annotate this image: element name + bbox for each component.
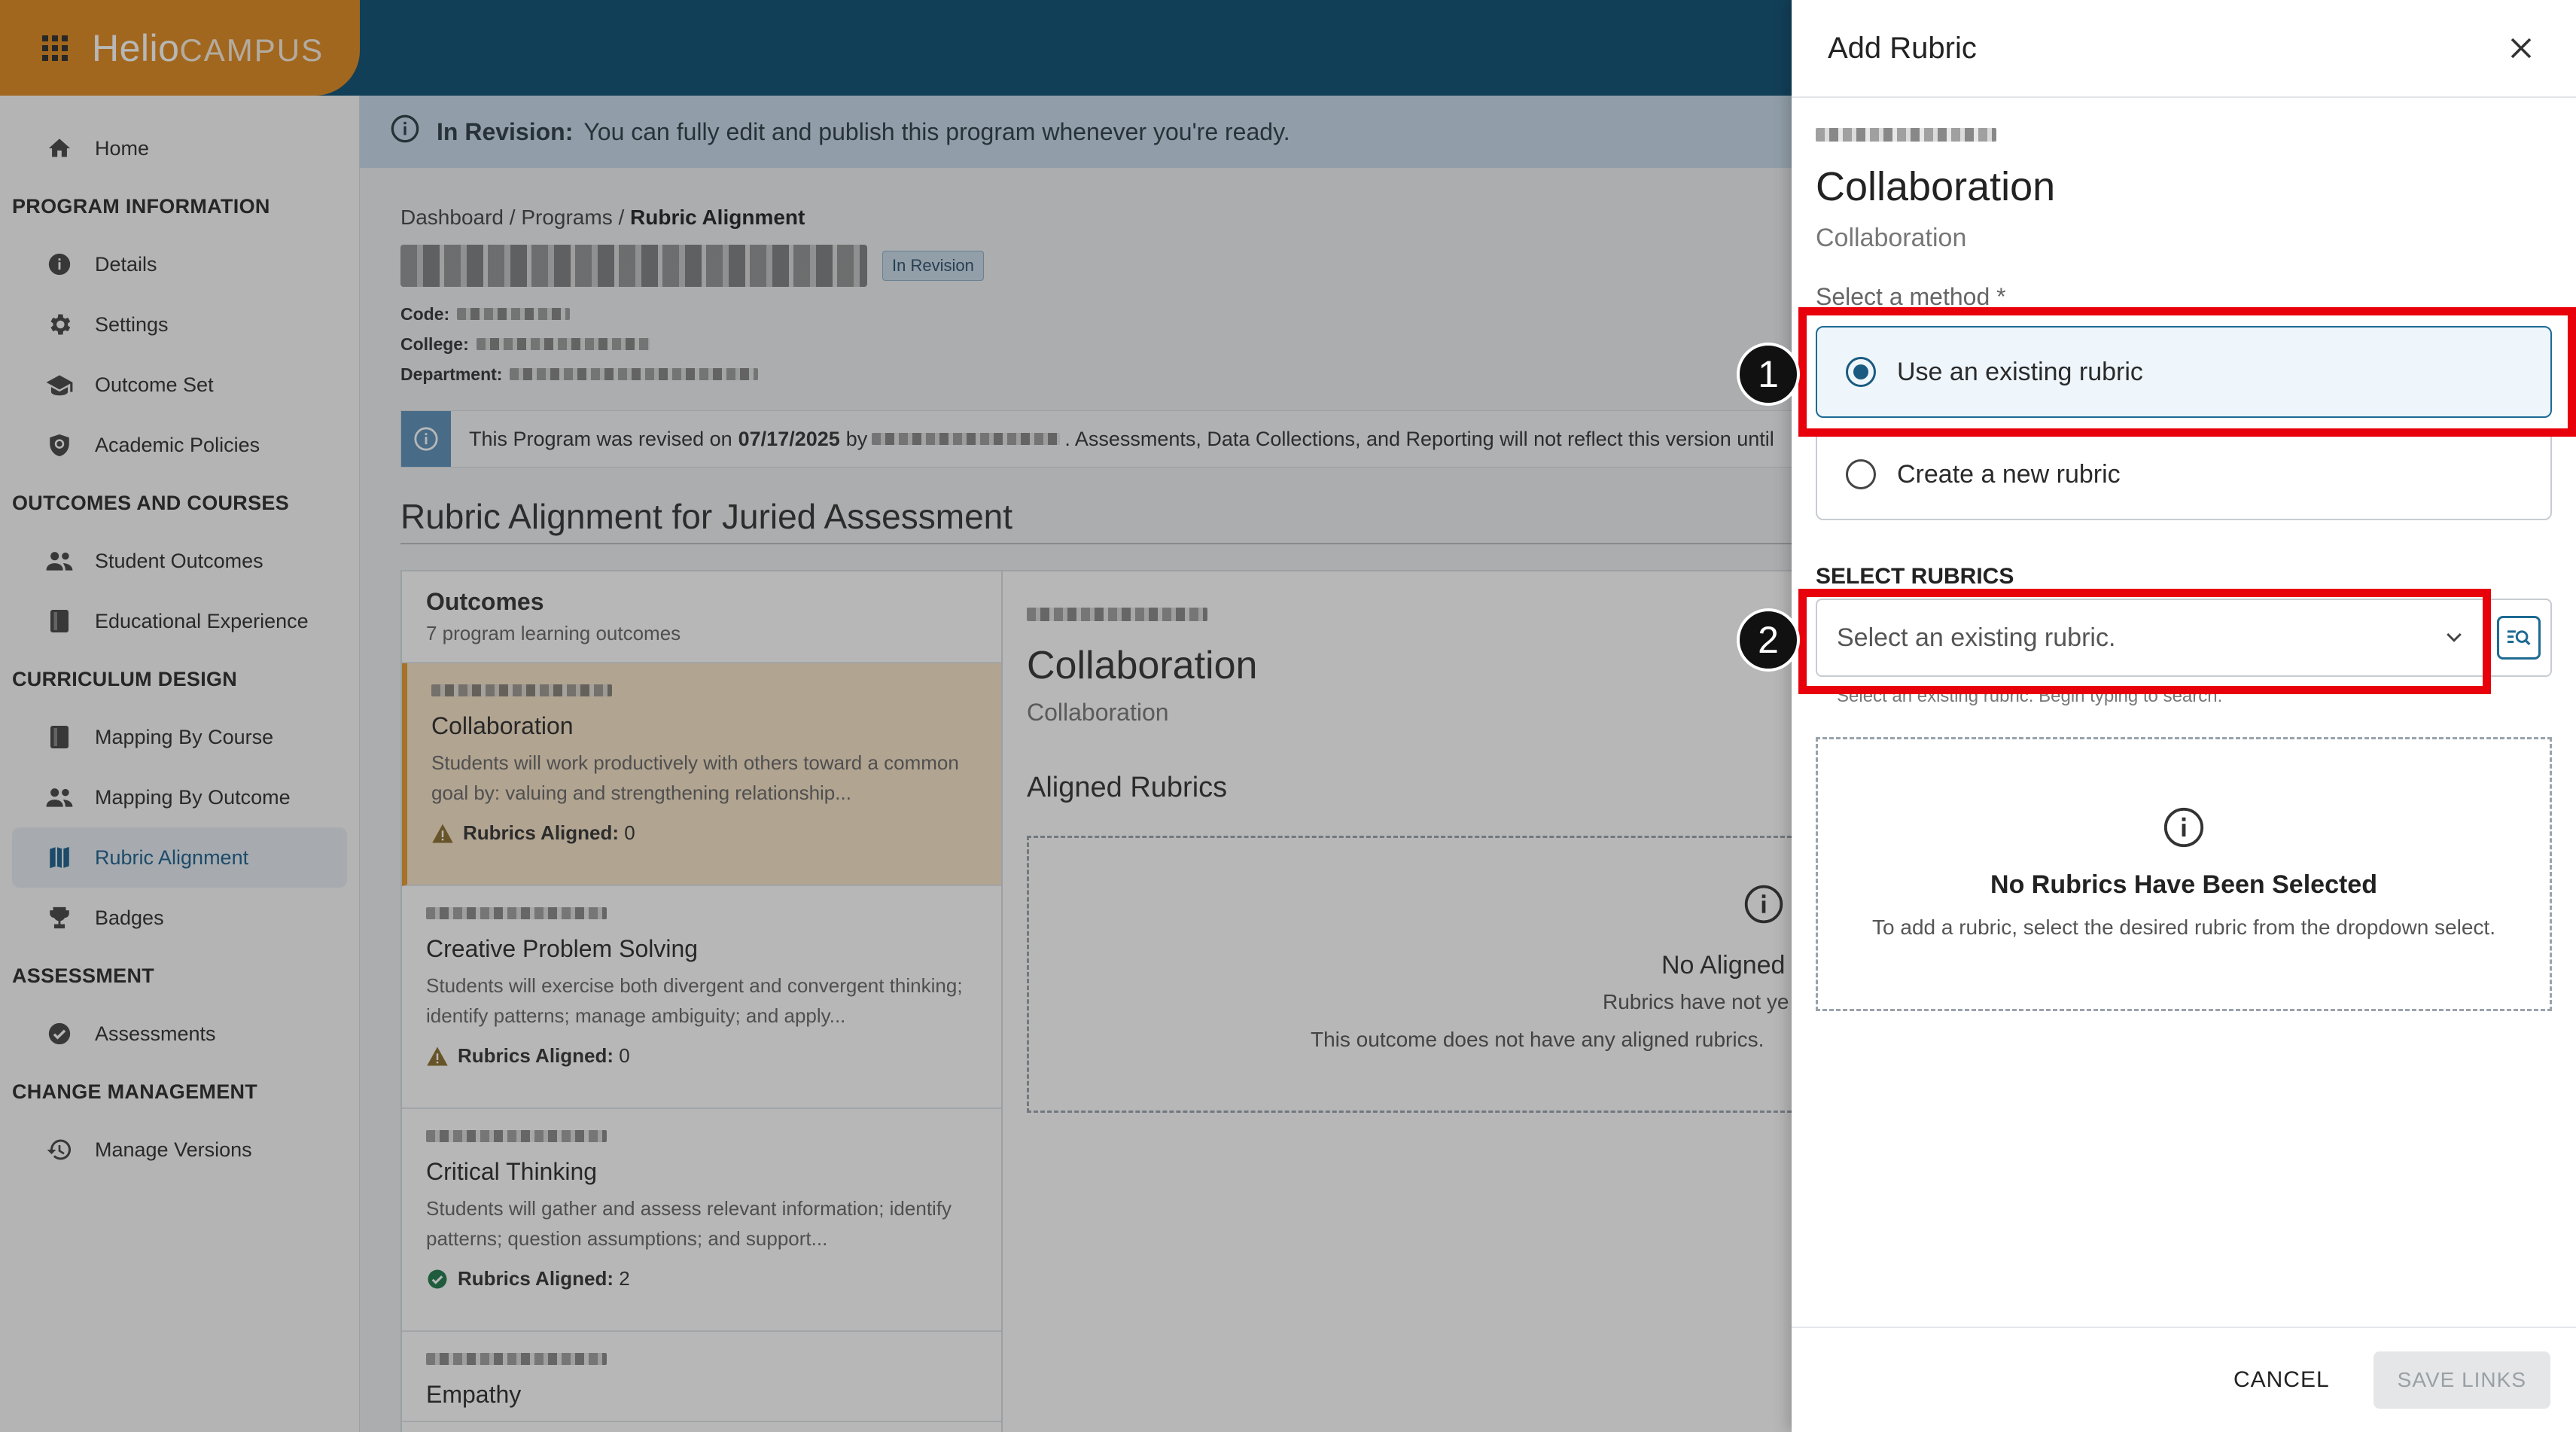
highlight-box-select bbox=[1798, 589, 2491, 694]
outcome-code-redacted bbox=[1816, 128, 1996, 142]
highlight-box-method bbox=[1798, 307, 2576, 437]
rubric-search-button[interactable] bbox=[2487, 600, 2550, 675]
select-rubrics-heading: SELECT RUBRICS bbox=[1816, 564, 2014, 589]
info-icon bbox=[2163, 807, 2204, 847]
empty-state-text: To add a rubric, select the desired rubr… bbox=[1872, 915, 2495, 939]
drawer-outcome-name: Collaboration bbox=[1816, 164, 2056, 209]
close-icon bbox=[2511, 38, 2532, 59]
annotation-marker-2: 2 bbox=[1737, 608, 1800, 672]
close-button[interactable] bbox=[2502, 29, 2540, 67]
cancel-button[interactable]: CANCEL bbox=[2212, 1352, 2351, 1408]
annotation-marker-1: 1 bbox=[1737, 343, 1800, 406]
empty-state-title: No Rubrics Have Been Selected bbox=[1990, 870, 2377, 899]
drawer-title: Add Rubric bbox=[1828, 31, 1977, 65]
save-links-button[interactable]: SAVE LINKS bbox=[2373, 1351, 2550, 1409]
search-list-icon bbox=[2497, 616, 2541, 660]
add-rubric-drawer: Add Rubric Collaboration Collaboration S… bbox=[1792, 0, 2576, 1432]
method-option-label: Create a new rubric bbox=[1897, 459, 2121, 489]
drawer-outcome-subtitle: Collaboration bbox=[1816, 224, 1967, 252]
method-option-new[interactable]: Create a new rubric bbox=[1816, 428, 2552, 520]
modal-backdrop[interactable] bbox=[0, 0, 1792, 1432]
no-rubrics-empty-state: No Rubrics Have Been Selected To add a r… bbox=[1816, 737, 2552, 1011]
drawer-footer: CANCEL SAVE LINKS bbox=[1792, 1327, 2576, 1432]
radio-unchecked-icon[interactable] bbox=[1846, 459, 1876, 489]
